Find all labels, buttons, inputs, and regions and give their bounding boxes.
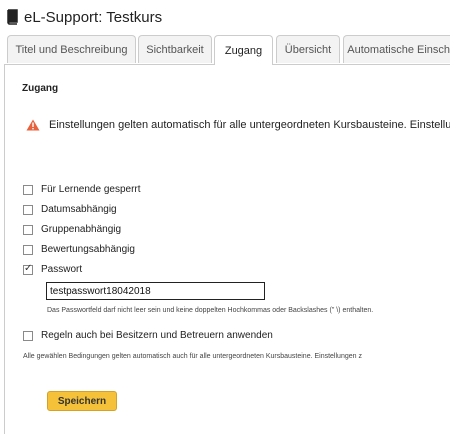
- save-button[interactable]: Speichern: [47, 391, 117, 411]
- section-title: Zugang: [22, 83, 59, 94]
- option-label: Für Lernende gesperrt: [41, 184, 141, 195]
- tab-bar: Titel und Beschreibung Sichtbarkeit Zuga…: [4, 35, 450, 65]
- password-input[interactable]: [46, 282, 265, 300]
- checkbox-datumsabhaengig[interactable]: [23, 204, 33, 215]
- page-header: eL-Support: Testkurs: [6, 6, 162, 28]
- tab-zugang[interactable]: Zugang: [214, 35, 273, 65]
- checkbox-bewertungsabhaengig[interactable]: [23, 244, 33, 255]
- book-icon: [7, 9, 18, 25]
- checkbox-passwort[interactable]: [23, 263, 33, 275]
- tab-titel-beschreibung[interactable]: Titel und Beschreibung: [7, 35, 136, 63]
- option-label: Regeln auch bei Besitzern und Betreuern …: [41, 330, 273, 341]
- checkbox-gruppenabhaengig[interactable]: [23, 224, 33, 235]
- option-label: Gruppenabhängig: [41, 224, 122, 235]
- option-label: Passwort: [41, 264, 83, 275]
- checkbox-regeln-besitzer-betreuer[interactable]: [23, 330, 33, 341]
- option-passwort[interactable]: Passwort: [23, 263, 83, 275]
- option-datumsabhaengig[interactable]: Datumsabhängig: [23, 204, 117, 215]
- option-label: Datumsabhängig: [41, 204, 117, 215]
- option-regeln-besitzer-betreuer[interactable]: Regeln auch bei Besitzern und Betreuern …: [23, 330, 273, 341]
- option-gruppenabhaengig[interactable]: Gruppenabhängig: [23, 224, 121, 235]
- tab-sichtbarkeit[interactable]: Sichtbarkeit: [138, 35, 212, 63]
- warning-icon: [26, 119, 40, 131]
- option-bewertungsabhaengig[interactable]: Bewertungsabhängig: [23, 244, 135, 255]
- tab-uebersicht[interactable]: Übersicht: [276, 35, 340, 63]
- footer-note: Alle gewählen Bedingungen gelten automat…: [23, 353, 362, 360]
- page-title: eL-Support: Testkurs: [24, 8, 163, 26]
- warning-text: Einstellungen gelten automatisch für all…: [49, 119, 450, 131]
- password-hint: Das Passwortfeld darf nicht leer sein un…: [47, 307, 374, 314]
- warning-message: Einstellungen gelten automatisch für all…: [26, 119, 450, 131]
- option-fuer-lernende-gesperrt[interactable]: Für Lernende gesperrt: [23, 184, 141, 195]
- checkbox-fuer-lernende-gesperrt[interactable]: [23, 184, 33, 195]
- tab-automatische-einschr[interactable]: Automatische Einschr: [343, 35, 450, 63]
- option-label: Bewertungsabhängig: [41, 244, 135, 255]
